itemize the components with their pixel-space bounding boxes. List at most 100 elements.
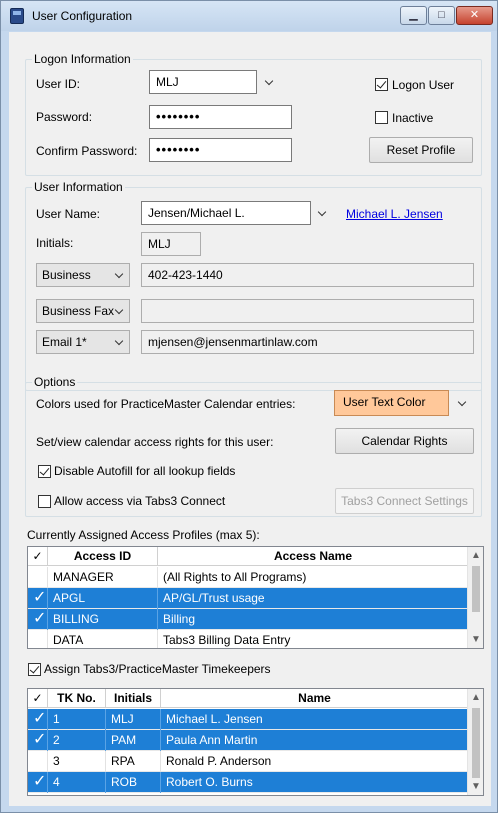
chevron-down-icon	[113, 305, 125, 319]
access-name-cell: Billing	[163, 612, 196, 626]
header-tk-no[interactable]: TK No.	[48, 689, 106, 708]
chevron-down-icon	[113, 336, 125, 350]
profiles-scrollbar[interactable]: ▲ ▼	[467, 547, 483, 648]
table-row[interactable]: DATA Tabs3 Billing Data Entry	[28, 630, 468, 648]
user-id-dropdown-icon[interactable]	[263, 76, 275, 90]
phone-type-select-3[interactable]: Email 1*	[36, 330, 130, 354]
options-group-title: Options	[32, 375, 78, 389]
inactive-checkbox[interactable]	[375, 111, 388, 124]
access-name-cell: (All Rights to All Programs)	[163, 570, 307, 584]
user-name-dropdown-icon[interactable]	[316, 207, 328, 221]
phone-value-3[interactable]: mjensen@jensenmartinlaw.com	[141, 330, 474, 354]
password-label: Password:	[36, 110, 93, 124]
header-check-icon: ✓	[28, 689, 48, 708]
access-name-cell: AP/GL/Trust usage	[163, 591, 265, 605]
header-access-name[interactable]: Access Name	[158, 547, 468, 566]
logon-group-title: Logon Information	[32, 52, 133, 66]
timekeepers-scrollbar[interactable]: ▲ ▼	[467, 689, 483, 795]
minimize-button[interactable]: ▁	[400, 6, 427, 25]
phone-type-select-2[interactable]: Business Fax	[36, 299, 130, 323]
header-check-icon: ✓	[28, 547, 48, 566]
row-check-icon[interactable]: ✓	[28, 730, 48, 751]
initials-cell: RPA	[106, 751, 161, 772]
logon-user-checkbox[interactable]	[375, 78, 388, 91]
table-row[interactable]: 3 RPA Ronald P. Anderson	[28, 751, 468, 772]
color-dropdown-icon[interactable]	[456, 397, 468, 411]
scroll-down-icon[interactable]: ▼	[468, 631, 483, 648]
close-button[interactable]: ✕	[456, 6, 493, 25]
name-cell: Robert O. Burns	[166, 775, 253, 789]
row-check-cell[interactable]	[28, 567, 48, 588]
access-id-cell: DATA	[48, 630, 158, 648]
row-check-cell[interactable]	[28, 630, 48, 648]
tabs3-connect-settings-button: Tabs3 Connect Settings	[335, 488, 474, 514]
calendar-rights-button[interactable]: Calendar Rights	[335, 428, 474, 454]
timekeepers-header: ✓ TK No. Initials Name	[28, 689, 468, 708]
user-name-link[interactable]: Michael L. Jensen	[346, 207, 443, 221]
initials-label: Initials:	[36, 236, 74, 250]
tabs3-connect-checkbox[interactable]	[38, 495, 51, 508]
header-access-id[interactable]: Access ID	[48, 547, 158, 566]
user-text-color-button[interactable]: User Text Color	[334, 390, 449, 416]
confirm-password-label: Confirm Password:	[36, 144, 138, 158]
user-info-group-title: User Information	[32, 180, 125, 194]
app-icon	[10, 8, 24, 24]
row-check-icon[interactable]: ✓	[28, 709, 48, 730]
title-bar[interactable]: User Configuration ▁ □ ✕	[1, 1, 497, 31]
user-name-field[interactable]: Jensen/Michael L.	[141, 201, 311, 225]
phone-type-select-1[interactable]: Business	[36, 263, 130, 287]
table-row[interactable]: ✓ 2 PAM Paula Ann Martin	[28, 730, 468, 751]
phone-type-1-value: Business	[42, 268, 91, 282]
maximize-button[interactable]: □	[428, 6, 455, 25]
scroll-up-icon[interactable]: ▲	[468, 689, 483, 706]
phone-value-1[interactable]: 402-423-1440	[141, 263, 474, 287]
access-id-cell: BILLING	[48, 609, 158, 630]
initials-field: MLJ	[141, 232, 201, 256]
password-field[interactable]: ••••••••	[149, 105, 292, 129]
tk-no-cell: 3	[48, 751, 106, 772]
tk-no-cell: 1	[48, 709, 106, 730]
phone-type-2-value: Business Fax	[42, 304, 115, 318]
inactive-label: Inactive	[392, 111, 434, 125]
assign-timekeepers-label: Assign Tabs3/PracticeMaster Timekeepers	[44, 662, 271, 676]
scroll-up-icon[interactable]: ▲	[468, 547, 483, 564]
logon-user-label: Logon User	[392, 78, 455, 92]
header-name[interactable]: Name	[161, 689, 468, 708]
access-profiles-grid[interactable]: ✓ Access ID Access Name MANAGER (All Rig…	[27, 546, 484, 649]
row-check-cell[interactable]	[28, 751, 48, 772]
phone-value-2[interactable]	[141, 299, 474, 323]
table-row[interactable]: ✓ 1 MLJ Michael L. Jensen	[28, 709, 468, 730]
dialog-body: Logon Information User ID: MLJ Logon Use…	[9, 32, 491, 806]
reset-profile-button[interactable]: Reset Profile	[369, 137, 473, 163]
disable-autofill-label: Disable Autofill for all lookup fields	[54, 464, 236, 478]
scroll-down-icon[interactable]: ▼	[468, 778, 483, 795]
table-row[interactable]: MANAGER (All Rights to All Programs)	[28, 567, 468, 588]
header-initials[interactable]: Initials	[106, 689, 161, 708]
table-row[interactable]: ✓ BILLING Billing	[28, 609, 468, 630]
phone-type-3-value: Email 1*	[42, 335, 87, 349]
table-row[interactable]: ✓ APGL AP/GL/Trust usage	[28, 588, 468, 609]
access-name-cell: Tabs3 Billing Data Entry	[163, 633, 291, 647]
row-check-icon[interactable]: ✓	[28, 609, 48, 630]
assign-timekeepers-checkbox[interactable]	[28, 663, 41, 676]
table-row[interactable]: ✓ 4 ROB Robert O. Burns	[28, 772, 468, 793]
row-check-icon[interactable]: ✓	[28, 772, 48, 793]
access-profiles-header: ✓ Access ID Access Name	[28, 547, 468, 566]
scroll-thumb[interactable]	[472, 708, 480, 778]
calendar-rights-label: Set/view calendar access rights for this…	[36, 435, 274, 449]
user-id-label: User ID:	[36, 77, 81, 91]
scroll-thumb[interactable]	[472, 566, 480, 612]
disable-autofill-checkbox[interactable]	[38, 465, 51, 478]
initials-cell: MLJ	[106, 709, 161, 730]
name-cell: Michael L. Jensen	[166, 712, 263, 726]
name-cell: Ronald P. Anderson	[166, 754, 272, 768]
tk-no-cell: 2	[48, 730, 106, 751]
confirm-password-field[interactable]: ••••••••	[149, 138, 292, 162]
tabs3-connect-label: Allow access via Tabs3 Connect	[54, 494, 226, 508]
user-configuration-window: User Configuration ▁ □ ✕ Logon Informati…	[0, 0, 498, 813]
row-check-icon[interactable]: ✓	[28, 588, 48, 609]
access-id-cell: MANAGER	[48, 567, 158, 588]
timekeepers-grid[interactable]: ✓ TK No. Initials Name ✓ 1 MLJ Michael L…	[27, 688, 484, 796]
user-name-label: User Name:	[36, 207, 101, 221]
user-id-field[interactable]: MLJ	[149, 70, 257, 94]
